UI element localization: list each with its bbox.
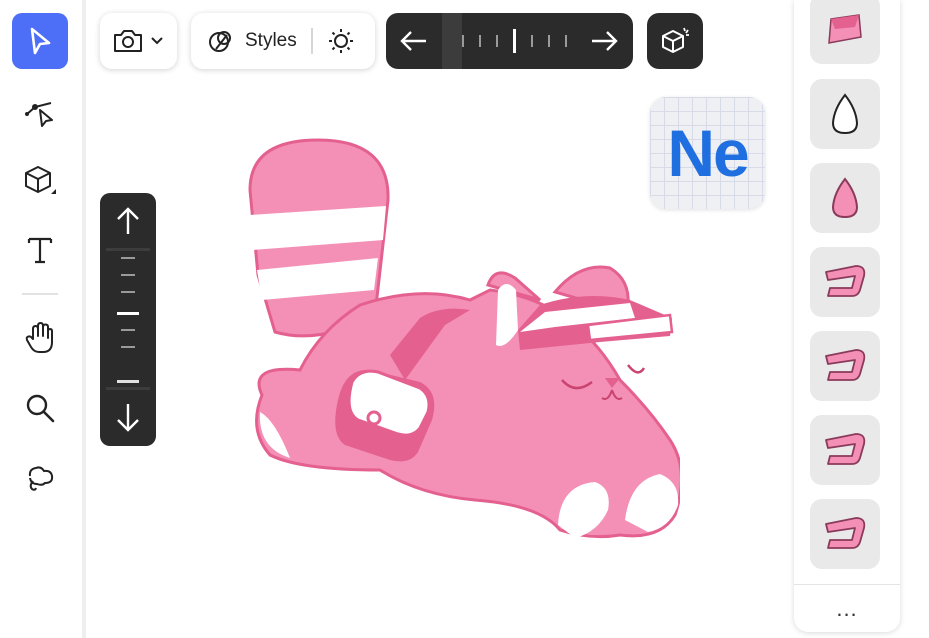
3d-object-tool-button[interactable] [12, 152, 68, 208]
white-drop-icon [831, 93, 859, 135]
arrow-up-icon[interactable] [100, 201, 156, 241]
text-t-icon [27, 237, 53, 264]
styles-bar: Styles [191, 13, 375, 69]
shape-swatch-white-drop[interactable] [810, 79, 880, 149]
shape-swatch-bracket-1[interactable] [810, 247, 880, 317]
camera-icon [114, 30, 142, 52]
pink-bracket-icon [825, 349, 866, 381]
shape-swatch-bracket-3[interactable] [810, 415, 880, 485]
vertical-ticks [106, 248, 150, 390]
shape-swatch-wedge[interactable] [810, 0, 880, 64]
lasso-icon [28, 466, 54, 491]
pink-bracket-icon [825, 517, 866, 549]
styles-icon [209, 31, 231, 52]
shape-swatch-bracket-4[interactable] [810, 499, 880, 569]
arrow-down-icon[interactable] [100, 399, 156, 439]
cube-icon [25, 166, 56, 194]
toolbar-divider [22, 293, 58, 295]
right-margin [900, 0, 929, 638]
styles-divider [310, 28, 313, 54]
pointer-arrow-icon [30, 27, 51, 55]
app-badge[interactable]: Ne [650, 97, 765, 209]
app-badge-label: Ne [667, 116, 749, 190]
vector-path-icon [25, 102, 53, 127]
shape-swatch-bracket-2[interactable] [810, 331, 880, 401]
pink-drop-icon [831, 177, 859, 219]
camera-menu-button[interactable] [100, 13, 177, 69]
cat-illustration[interactable] [240, 135, 680, 545]
scrubber-ticks [462, 29, 567, 53]
left-toolbar [0, 0, 83, 638]
render-cube-icon [662, 27, 689, 53]
pink-bracket-icon [825, 265, 866, 297]
select-tool-button[interactable] [12, 13, 68, 69]
lasso-tool-button[interactable] [12, 450, 68, 506]
pink-bracket-icon [825, 433, 866, 465]
text-tool-button[interactable] [12, 222, 68, 278]
render-button[interactable] [647, 13, 703, 69]
zoom-tool-button[interactable] [12, 380, 68, 436]
more-options-button[interactable]: ... [794, 584, 900, 632]
shapes-panel: ... [794, 0, 900, 632]
horizontal-scrubber[interactable] [386, 13, 633, 69]
styles-button[interactable]: Styles [207, 27, 297, 55]
arrow-left-icon[interactable] [399, 28, 429, 54]
magnifier-icon [26, 394, 55, 423]
hand-icon [25, 322, 53, 353]
hand-tool-button[interactable] [12, 310, 68, 366]
sun-icon[interactable] [327, 27, 355, 55]
more-options-label: ... [836, 596, 858, 621]
chevron-down-icon [151, 37, 163, 45]
pink-wedge-icon [828, 14, 862, 44]
shape-swatch-pink-drop[interactable] [810, 163, 880, 233]
arrow-right-icon[interactable] [589, 28, 619, 54]
styles-label: Styles [245, 30, 297, 51]
vertical-scrubber[interactable] [100, 193, 156, 446]
path-tool-button[interactable] [12, 82, 68, 138]
